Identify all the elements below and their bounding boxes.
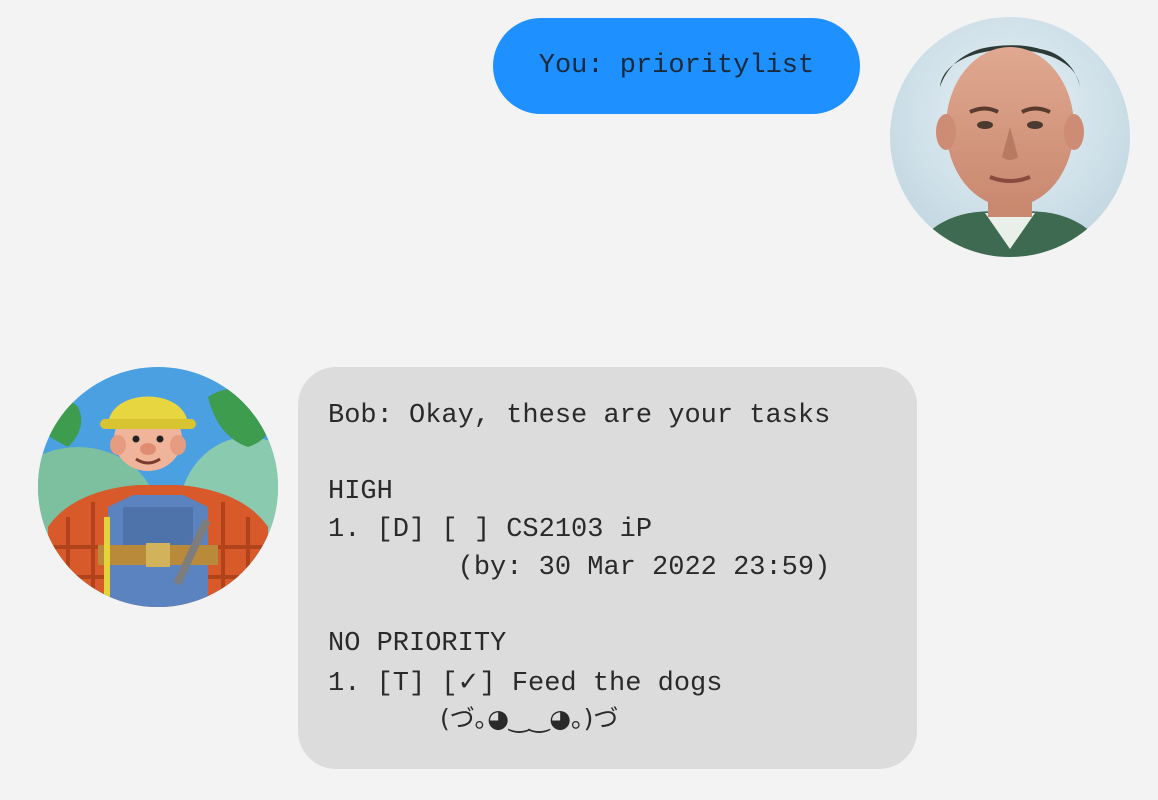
bot-avatar <box>38 367 278 607</box>
chat-window: You: prioritylist Bob: Okay, these are y… <box>0 0 1158 800</box>
checkmark-icon: ✓ <box>457 667 480 697</box>
none-task-line: 1. [T] [✓] Feed the dogs <box>328 663 917 701</box>
kaomoji: (づ｡◕‿‿◕｡)づ <box>440 704 619 733</box>
none-task-suffix: ] Feed the dogs <box>479 669 723 699</box>
bot-message-header: Bob: Okay, these are your tasks <box>328 401 831 431</box>
priority-none-label: NO PRIORITY <box>328 629 507 659</box>
user-message-bubble: You: prioritylist <box>493 18 860 114</box>
user-avatar <box>890 17 1130 257</box>
bot-message-bubble: Bob: Okay, these are your tasks HIGH 1. … <box>298 367 917 769</box>
builder-bob-avatar-icon <box>38 367 278 607</box>
user-portrait-avatar-icon <box>890 17 1130 257</box>
user-message-text: You: prioritylist <box>538 51 815 81</box>
none-task-prefix: 1. [T] [ <box>328 669 458 699</box>
high-task-line: 1. [D] [ ] CS2103 iP <box>328 515 653 545</box>
high-task-deadline: (by: 30 Mar 2022 23:59) <box>328 553 831 583</box>
priority-high-label: HIGH <box>328 477 393 507</box>
